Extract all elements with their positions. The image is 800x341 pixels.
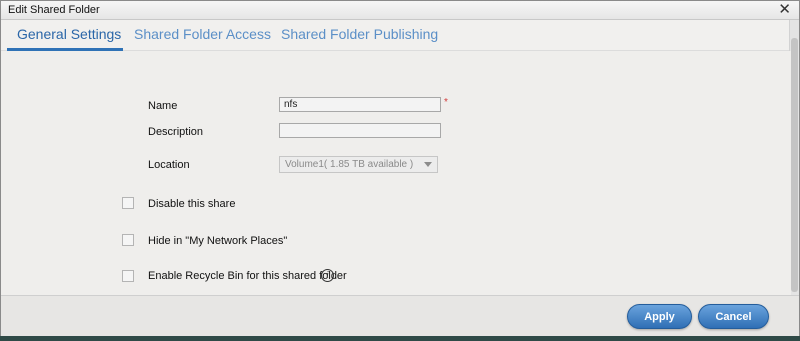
location-label: Location [148,159,190,171]
edit-shared-folder-dialog: Edit Shared Folder ✕ General Settings Sh… [0,0,800,336]
dialog-title: Edit Shared Folder [8,4,100,16]
required-marker: * [444,97,448,108]
info-icon[interactable]: i [321,269,334,282]
apply-button[interactable]: Apply [627,304,692,329]
hide-network-places-label: Hide in "My Network Places" [148,235,288,247]
disable-share-checkbox[interactable] [122,197,134,209]
close-icon[interactable]: ✕ [778,2,791,17]
recycle-bin-label: Enable Recycle Bin for this shared folde… [148,270,347,282]
scroll-thumb[interactable] [791,38,798,292]
general-settings-panel: Name * Description Location Volume1( 1.8… [1,51,791,295]
description-label: Description [148,126,204,138]
tab-bar: General Settings Shared Folder Access Sh… [1,20,791,51]
name-field[interactable] [279,97,441,112]
title-bar: Edit Shared Folder ✕ [1,1,799,20]
dialog-footer: Apply Cancel [1,295,799,336]
description-field[interactable] [279,123,441,138]
disable-share-label: Disable this share [148,198,236,210]
tab-shared-folder-publishing[interactable]: Shared Folder Publishing [281,26,438,42]
chevron-down-icon [424,162,432,167]
cancel-button[interactable]: Cancel [698,304,769,329]
hide-network-places-checkbox[interactable] [122,234,134,246]
tab-shared-folder-access[interactable]: Shared Folder Access [134,26,271,42]
location-selected-value: Volume1( 1.85 TB available ) [285,159,414,170]
recycle-bin-checkbox[interactable] [122,270,134,282]
location-select[interactable]: Volume1( 1.85 TB available ) [279,156,438,173]
tab-general-settings[interactable]: General Settings [17,26,121,42]
name-label: Name [148,100,178,112]
